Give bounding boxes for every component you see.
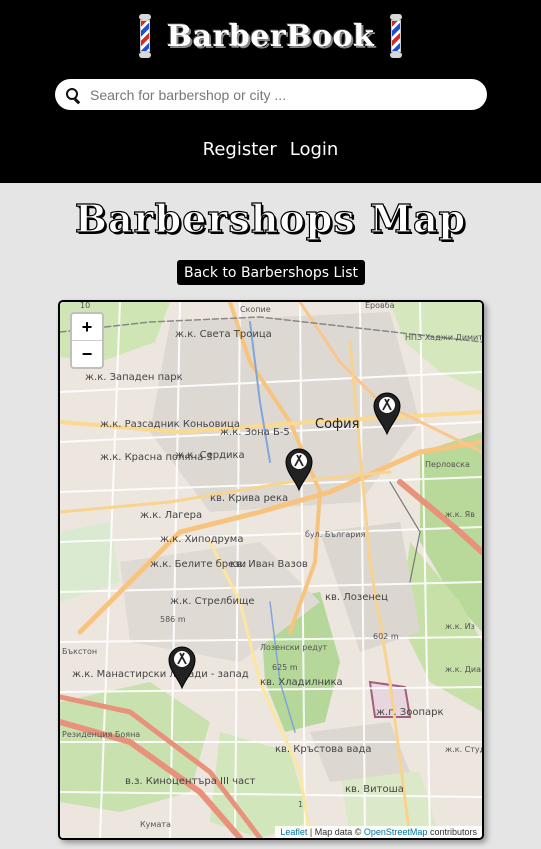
zoom-in-button[interactable]: + — [72, 314, 102, 341]
map-label: София — [315, 417, 359, 432]
map-label: 602 m — [373, 632, 399, 641]
map-label: Бъкстон — [62, 647, 97, 656]
map-label: кв. Кръстова вада — [275, 744, 372, 755]
page-title: Barbershops Map — [74, 195, 467, 241]
map-label: ж.к. Хиподрума — [160, 534, 243, 545]
map-label: кв. Лозенец — [325, 592, 388, 603]
map-label: ж.к. Западен парк — [85, 372, 183, 383]
map-label: ж.к. Стрелбище — [170, 596, 255, 607]
map-label: ж.к. Яв — [445, 510, 475, 519]
zoom-out-button[interactable]: − — [72, 341, 102, 367]
brand-title: BarberBook — [166, 18, 375, 54]
map-label: 1 — [298, 800, 303, 809]
map-label: 10 — [80, 302, 90, 310]
brand[interactable]: BarberBook — [0, 12, 541, 60]
map-label: Резиденция Бояна — [62, 730, 140, 739]
map-label: ж.к. Из — [445, 622, 475, 631]
zoom-control: + − — [70, 312, 104, 369]
map-label: ж.к. Студ гра — [445, 745, 482, 754]
barber-pole-icon — [388, 14, 404, 58]
map-label: Скопие — [240, 305, 271, 314]
map-label: ж.к. Диа — [445, 665, 481, 674]
map-label: бул. България — [305, 530, 366, 539]
map-label: кв. Иван Вазов — [230, 559, 308, 570]
attribution-text: | Map data © — [309, 827, 362, 837]
map-label: кв. Хладилника — [260, 677, 343, 688]
search-input[interactable] — [88, 85, 482, 104]
map-tiles[interactable]: ж.к. Света Троица ж.к. Западен парк ж.к.… — [60, 302, 482, 838]
map-label: ж.к. Света Троица — [175, 329, 272, 340]
map-label: 625 m — [272, 663, 298, 672]
map-label: ж.к. Зона Б-5 — [220, 427, 290, 438]
map-container[interactable]: ж.к. Света Троица ж.к. Западен парк ж.к.… — [58, 300, 484, 840]
back-to-list-button[interactable]: Back to Barbershops List — [177, 260, 365, 285]
map-label: Еровба — [365, 302, 395, 310]
map-label: кв. Витоша — [345, 784, 404, 795]
search-icon — [66, 87, 80, 102]
map-label: Кумата — [140, 820, 171, 829]
leaflet-link[interactable]: Leaflet — [280, 827, 307, 837]
site-header: BarberBook Register Login — [0, 0, 541, 183]
attribution-contributors: contributors — [429, 827, 477, 837]
barber-pole-icon — [137, 14, 153, 58]
register-link[interactable]: Register — [203, 139, 277, 160]
map-label: ж.к. Лагера — [140, 510, 202, 521]
map-label: Перловска — [425, 460, 470, 469]
map-label: кв. Крива река — [210, 493, 288, 504]
login-link[interactable]: Login — [290, 139, 339, 160]
map-label: НПЗ Хаджи Димитър — [405, 333, 482, 342]
map-label: ж.г. Зоопарк — [376, 707, 444, 718]
map-label: в.з. Киноцентъра III част — [125, 776, 256, 787]
map-label: ж.к. Красна поляна 3 — [100, 452, 213, 463]
map-label: Лозенски редут — [260, 643, 328, 652]
map-label: ж.к. Разсадник Коньовица — [100, 419, 240, 430]
map-label: 586 m — [160, 615, 186, 624]
map-attribution: Leaflet | Map data © OpenStreetMap contr… — [275, 826, 482, 838]
osm-link[interactable]: OpenStreetMap — [364, 827, 428, 837]
search-bar[interactable] — [55, 79, 487, 110]
map-label: ж.к. Манастирски ливади - запад — [72, 669, 249, 680]
nav-links: Register Login — [0, 139, 541, 160]
